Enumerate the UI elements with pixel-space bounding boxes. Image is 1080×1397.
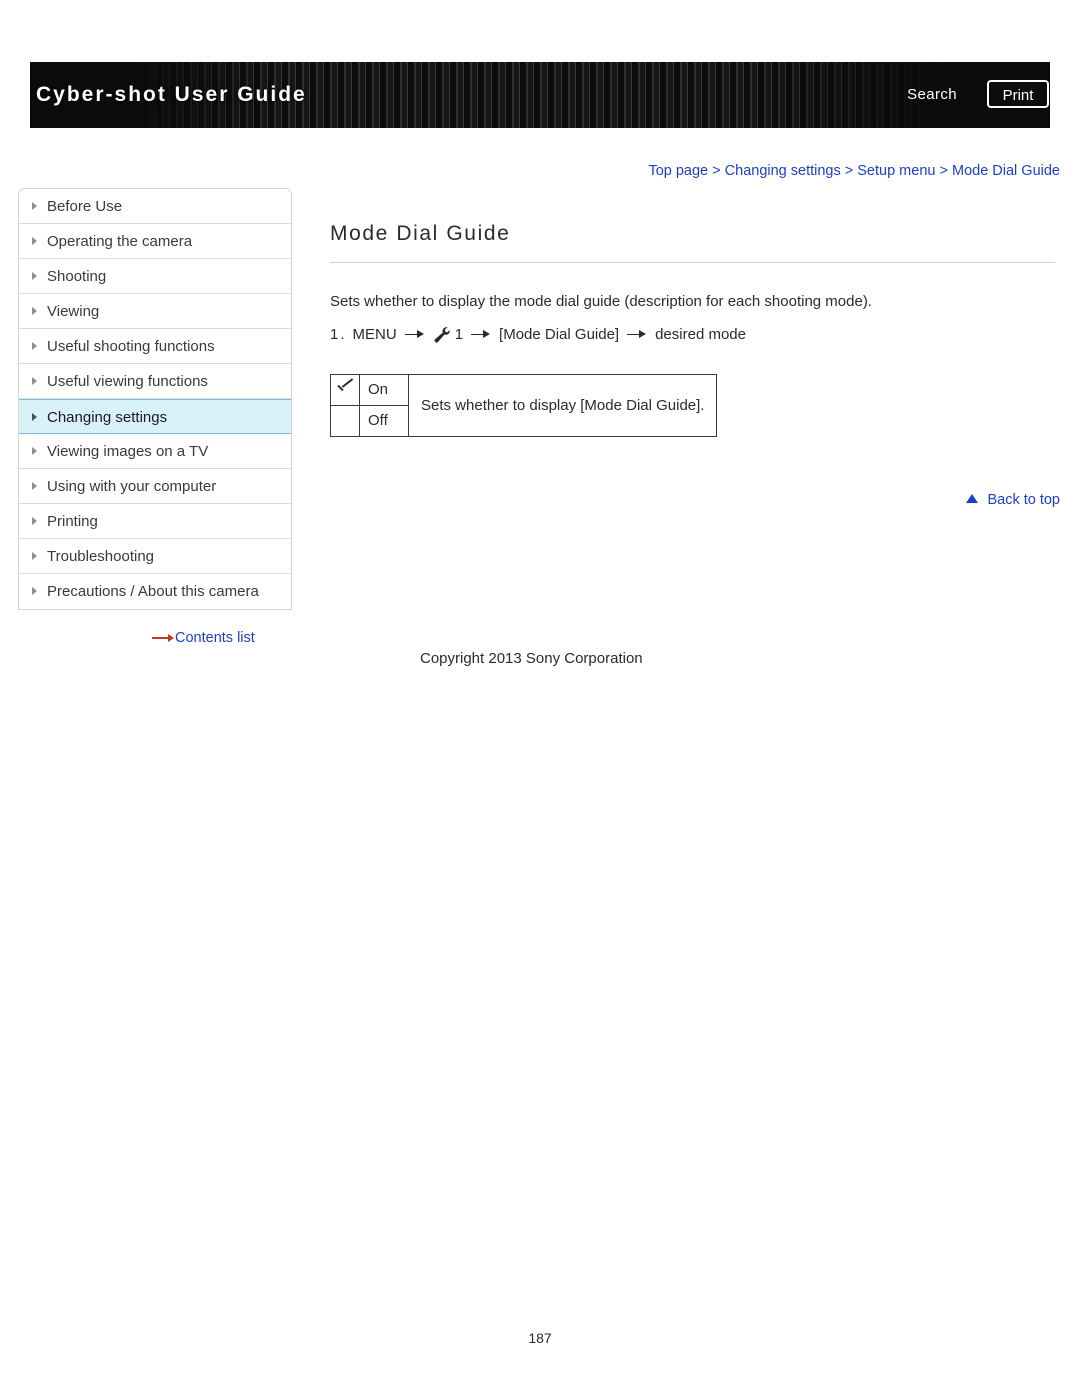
sidebar-item-label: Precautions / About this camera [47,583,259,600]
arrow-right-icon [627,329,647,341]
step-menu-number: 1 [454,326,464,343]
back-to-top-link[interactable]: Back to top [966,492,1060,508]
sidebar-item-useful-viewing-functions[interactable]: Useful viewing functions [19,364,291,399]
breadcrumb-item-top-page[interactable]: Top page [648,163,708,179]
step-number: 1. [330,326,347,343]
arrow-up-icon [966,494,979,503]
arrow-right-icon [404,329,425,341]
bullet-arrow-icon [32,377,37,385]
breadcrumb-item-setup-menu[interactable]: Setup menu [857,163,935,179]
breadcrumb-separator: > [712,163,721,179]
sidebar-item-troubleshooting[interactable]: Troubleshooting [19,539,291,574]
sidebar-item-label: Shooting [47,268,107,285]
copyright-text: Copyright 2013 Sony Corporation [420,650,643,667]
option-label-on: On [359,373,409,406]
option-check-off [330,404,360,437]
step-option-name: [Mode Dial Guide] [499,326,620,343]
option-description: Sets whether to display [Mode Dial Guide… [407,373,718,437]
sidebar-item-printing[interactable]: Printing [19,504,291,539]
bullet-arrow-icon [32,552,37,560]
breadcrumb-item-mode-dial-guide[interactable]: Mode Dial Guide [952,163,1060,179]
breadcrumb-separator: > [939,163,948,179]
table-row: On Sets whether to display [Mode Dial Gu… [330,373,718,437]
sidebar-item-label: Before Use [47,198,123,215]
intro-text: Sets whether to display the mode dial gu… [330,293,872,310]
sidebar-item-label: Changing settings [47,409,168,426]
bullet-arrow-icon [32,447,37,455]
bullet-arrow-icon [32,342,37,350]
sidebar-item-useful-shooting-functions[interactable]: Useful shooting functions [19,329,291,364]
bullet-arrow-icon [32,587,37,595]
contents-list-label: Contents list [175,630,255,646]
back-to-top-label: Back to top [987,492,1060,508]
sidebar-item-label: Printing [47,513,98,530]
bullet-arrow-icon [32,307,37,315]
sidebar-item-operating-the-camera[interactable]: Operating the camera [19,224,291,259]
sidebar-item-label: Useful shooting functions [47,338,215,355]
bullet-arrow-icon [32,413,37,421]
sidebar-item-label: Using with your computer [47,478,217,495]
step-menu-label: MENU [352,326,397,343]
option-check-on [330,373,360,406]
main-content: Mode Dial Guide Sets whether to display … [330,222,1060,437]
page-number: 187 [528,1330,552,1346]
sidebar-item-viewing-images-on-a-tv[interactable]: Viewing images on a TV [19,434,291,469]
checkmark-icon [335,381,355,395]
bullet-arrow-icon [32,272,37,280]
sidebar-item-using-with-your-computer[interactable]: Using with your computer [19,469,291,504]
step-desired-mode: desired mode [655,326,746,343]
bullet-arrow-icon [32,202,37,210]
wrench-icon [433,326,453,344]
guide-title: Cyber-shot User Guide [36,83,307,106]
sidebar-item-shooting[interactable]: Shooting [19,259,291,294]
breadcrumb[interactable]: Top page > Changing settings > Setup men… [648,163,1060,179]
sidebar-item-label: Troubleshooting [47,548,155,565]
print-button[interactable]: Print [987,80,1049,108]
contents-list-link[interactable]: Contents list [152,630,255,646]
sidebar-item-label: Operating the camera [47,233,193,250]
sidebar-item-label: Viewing [47,303,100,320]
page-header: Cyber-shot User Guide Search Print [30,62,1050,128]
search-button[interactable]: Search [907,86,957,103]
option-label-off: Off [359,404,409,437]
bullet-arrow-icon [32,517,37,525]
page-title: Mode Dial Guide [330,222,1055,263]
sidebar-item-precautions-about-this-camera[interactable]: Precautions / About this camera [19,574,291,609]
arrow-right-icon [471,329,491,341]
breadcrumb-separator: > [844,163,854,179]
breadcrumb-item-changing-settings[interactable]: Changing settings [725,163,841,179]
sidebar-nav: Before Use Operating the camera Shooting… [18,188,292,610]
sidebar-item-before-use[interactable]: Before Use [19,189,291,224]
arrow-right-icon [152,634,174,642]
sidebar-item-label: Viewing images on a TV [47,443,209,460]
sidebar-item-changing-settings[interactable]: Changing settings [19,399,291,434]
procedure-step: 1. MENU 1 [Mode Dial Guide] desired mode [330,326,1060,344]
options-table: On Sets whether to display [Mode Dial Gu… [330,373,718,437]
bullet-arrow-icon [32,482,37,490]
sidebar-item-label: Useful viewing functions [47,373,208,390]
sidebar-item-viewing[interactable]: Viewing [19,294,291,329]
bullet-arrow-icon [32,237,37,245]
